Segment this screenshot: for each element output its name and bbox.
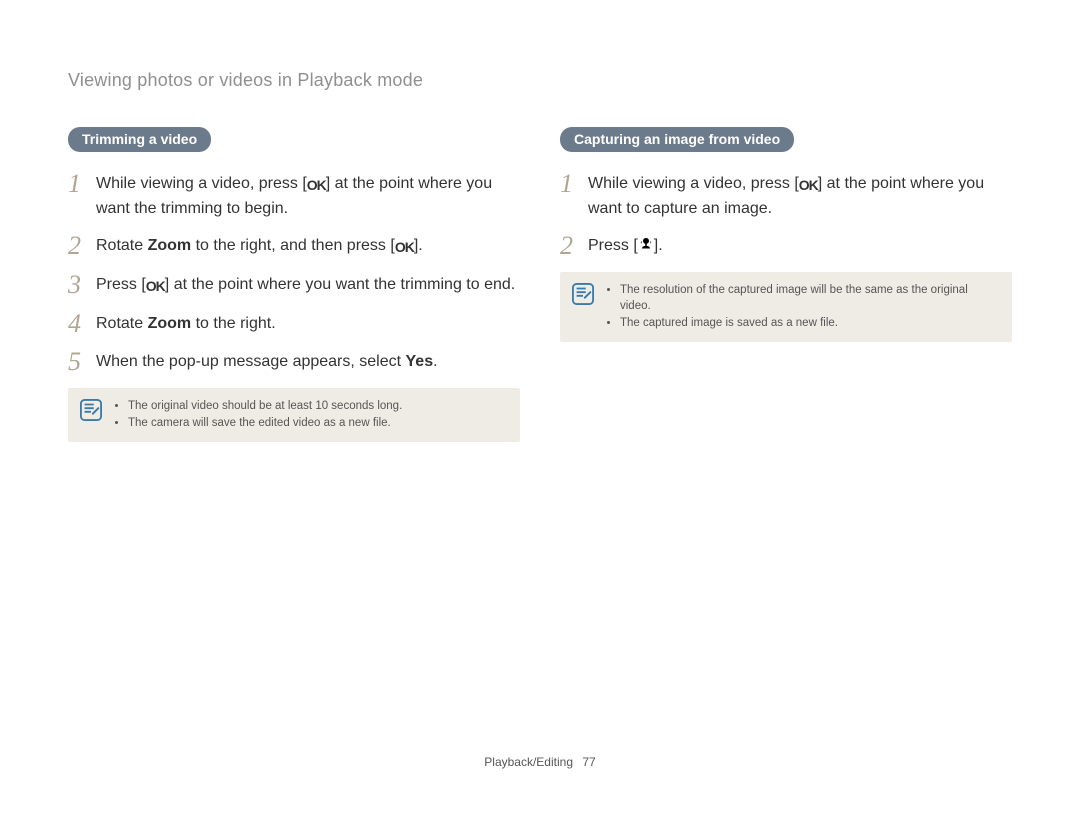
note-box: The resolution of the captured image wil… <box>560 272 1012 342</box>
note-item: The resolution of the captured image wil… <box>620 282 998 314</box>
step-text: While viewing a video, press [OK] at the… <box>588 170 1012 220</box>
ok-icon: OK <box>799 174 818 197</box>
step-number: 3 <box>68 271 96 297</box>
note-item: The camera will save the edited video as… <box>128 415 402 431</box>
step-number: 2 <box>68 232 96 258</box>
note-item: The original video should be at least 10… <box>128 398 402 414</box>
ok-icon: OK <box>307 174 326 197</box>
step-number: 1 <box>560 170 588 196</box>
step: 4 Rotate Zoom to the right. <box>68 310 520 336</box>
step: 1 While viewing a video, press [OK] at t… <box>560 170 1012 220</box>
page-footer: Playback/Editing 77 <box>0 755 1080 769</box>
page-number: 77 <box>582 755 595 769</box>
step: 1 While viewing a video, press [OK] at t… <box>68 170 520 220</box>
step: 5 When the pop-up message appears, selec… <box>68 348 520 374</box>
left-column: Trimming a video 1 While viewing a video… <box>68 127 520 442</box>
step-text: Press [ ]. <box>588 232 663 257</box>
step-text: Rotate Zoom to the right, and then press… <box>96 232 423 259</box>
step-text: While viewing a video, press [OK] at the… <box>96 170 520 220</box>
note-icon <box>572 283 594 305</box>
section-pill-capturing: Capturing an image from video <box>560 127 794 152</box>
section-pill-trimming: Trimming a video <box>68 127 211 152</box>
breadcrumb: Viewing photos or videos in Playback mod… <box>68 70 1012 91</box>
step-number: 4 <box>68 310 96 336</box>
footer-section: Playback/Editing <box>484 755 573 769</box>
right-column: Capturing an image from video 1 While vi… <box>560 127 1012 442</box>
step-number: 1 <box>68 170 96 196</box>
step-text: When the pop-up message appears, select … <box>96 348 438 373</box>
note-box: The original video should be at least 10… <box>68 388 520 442</box>
step: 2 Rotate Zoom to the right, and then pre… <box>68 232 520 259</box>
ok-icon: OK <box>395 236 414 259</box>
step-number: 2 <box>560 232 588 258</box>
step: 2 Press [ ]. <box>560 232 1012 258</box>
step-text: Press [OK] at the point where you want t… <box>96 271 515 298</box>
step: 3 Press [OK] at the point where you want… <box>68 271 520 298</box>
note-item: The captured image is saved as a new fil… <box>620 315 998 331</box>
macro-icon <box>638 236 654 252</box>
ok-icon: OK <box>146 275 165 298</box>
note-icon <box>80 399 102 421</box>
step-number: 5 <box>68 348 96 374</box>
step-text: Rotate Zoom to the right. <box>96 310 276 335</box>
